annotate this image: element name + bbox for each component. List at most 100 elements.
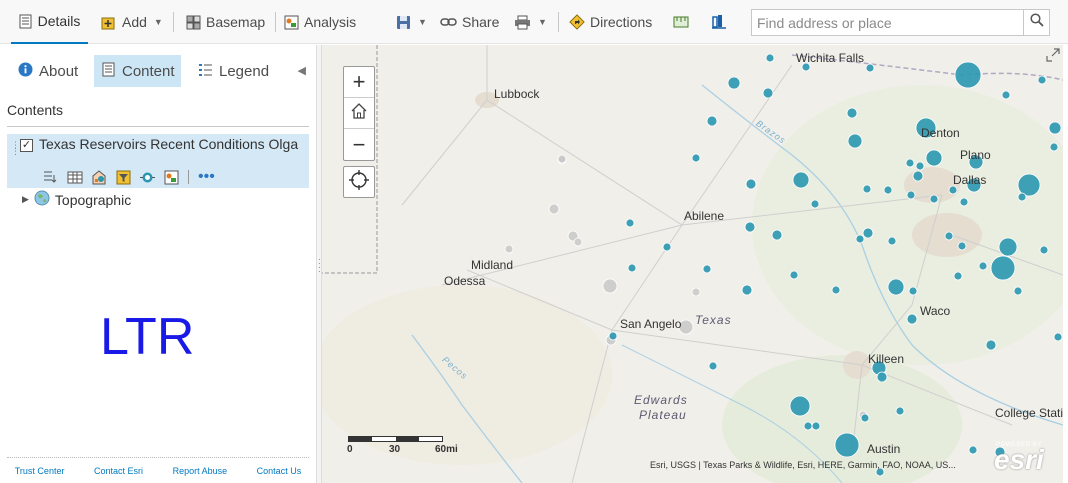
- reservoir-marker[interactable]: [862, 184, 872, 194]
- collapse-panel-icon[interactable]: ◀: [298, 64, 306, 77]
- reservoir-marker-no-data[interactable]: [573, 237, 583, 247]
- reservoir-marker[interactable]: [1053, 332, 1063, 342]
- layer-item-reservoirs[interactable]: ⋮ ⋮ ✓ Texas Reservoirs Recent Conditions …: [7, 134, 309, 188]
- reservoir-marker[interactable]: [1017, 192, 1027, 202]
- zoom-out-button[interactable]: −: [344, 129, 374, 160]
- reservoir-marker-no-data[interactable]: [557, 154, 567, 164]
- reservoir-marker[interactable]: [771, 229, 783, 241]
- save-button[interactable]: ▼: [396, 0, 427, 44]
- home-button[interactable]: [344, 98, 374, 129]
- attribute-table-icon[interactable]: [67, 171, 83, 184]
- reservoir-marker[interactable]: [985, 339, 997, 351]
- reservoir-marker[interactable]: [887, 236, 897, 246]
- reservoir-marker[interactable]: [953, 271, 963, 281]
- tab-legend[interactable]: Legend: [190, 55, 277, 87]
- reservoir-marker[interactable]: [860, 413, 870, 423]
- tab-content[interactable]: Content: [94, 55, 181, 87]
- filter-icon[interactable]: [116, 170, 131, 185]
- tab-about[interactable]: About: [10, 55, 86, 87]
- layer-item-basemap[interactable]: ▶ Topographic: [22, 190, 131, 209]
- reservoir-marker[interactable]: [1037, 75, 1047, 85]
- reservoir-marker[interactable]: [1048, 121, 1062, 135]
- reservoir-marker[interactable]: [662, 242, 672, 252]
- reservoir-marker-no-data[interactable]: [504, 244, 514, 254]
- expand-caret-icon[interactable]: ▶: [22, 194, 29, 205]
- reservoir-marker[interactable]: [741, 284, 753, 296]
- reservoir-marker[interactable]: [706, 115, 718, 127]
- reservoir-marker[interactable]: [895, 406, 905, 416]
- reservoir-marker[interactable]: [855, 234, 865, 244]
- reservoir-marker[interactable]: [810, 199, 820, 209]
- reservoir-marker[interactable]: [990, 255, 1016, 281]
- trust-center-link[interactable]: Trust Center: [15, 466, 65, 476]
- reservoir-marker[interactable]: [831, 285, 841, 295]
- change-style-icon[interactable]: [92, 169, 107, 185]
- drag-handle-icon[interactable]: ⋮ ⋮: [11, 141, 20, 156]
- reservoir-marker[interactable]: [846, 107, 858, 119]
- reservoir-marker[interactable]: [957, 241, 967, 251]
- print-button[interactable]: ▼: [514, 0, 547, 44]
- reservoir-marker[interactable]: [1013, 286, 1023, 296]
- reservoir-marker[interactable]: [608, 331, 618, 341]
- reservoir-marker[interactable]: [708, 361, 718, 371]
- reservoir-marker[interactable]: [765, 53, 775, 63]
- reservoir-marker[interactable]: [789, 270, 799, 280]
- measure-button[interactable]: [673, 0, 689, 44]
- reservoir-marker[interactable]: [727, 76, 741, 90]
- reservoir-marker-no-data[interactable]: [691, 287, 701, 297]
- reservoir-marker[interactable]: [1039, 245, 1049, 255]
- search-input[interactable]: [752, 10, 1023, 35]
- reservoir-marker[interactable]: [789, 395, 811, 417]
- perform-analysis-icon[interactable]: [140, 170, 155, 185]
- reservoir-marker[interactable]: [959, 197, 969, 207]
- basemap-button[interactable]: Basemap: [186, 0, 265, 44]
- map-view[interactable]: Wichita Falls Lubbock Denton Plano Dalla…: [322, 45, 1063, 483]
- reservoir-marker[interactable]: [925, 149, 943, 167]
- details-button[interactable]: Details: [11, 0, 88, 44]
- reservoir-marker[interactable]: [948, 185, 958, 195]
- analysis-button[interactable]: Analysis: [284, 0, 356, 44]
- reservoir-marker[interactable]: [883, 185, 893, 195]
- reservoir-marker[interactable]: [905, 158, 915, 168]
- reservoir-marker-no-data[interactable]: [548, 203, 560, 215]
- reservoir-marker[interactable]: [803, 421, 813, 431]
- reservoir-marker[interactable]: [702, 264, 712, 274]
- reservoir-marker[interactable]: [1001, 90, 1011, 100]
- zoom-in-button[interactable]: +: [344, 67, 374, 98]
- reservoir-marker[interactable]: [929, 194, 939, 204]
- reservoir-marker[interactable]: [762, 87, 774, 99]
- show-legend-icon[interactable]: [43, 170, 58, 184]
- reservoir-marker[interactable]: [865, 63, 875, 73]
- reservoir-marker[interactable]: [834, 432, 860, 458]
- contact-us-link[interactable]: Contact Us: [257, 466, 302, 476]
- reservoir-marker[interactable]: [944, 231, 954, 241]
- reservoir-marker[interactable]: [906, 190, 916, 200]
- reservoir-marker[interactable]: [906, 313, 918, 325]
- reservoir-marker[interactable]: [954, 61, 982, 89]
- reservoir-marker[interactable]: [627, 263, 637, 273]
- directions-button[interactable]: Directions: [569, 0, 652, 44]
- add-button[interactable]: Add ▼: [101, 0, 163, 44]
- reservoir-marker[interactable]: [862, 227, 874, 239]
- reservoir-marker[interactable]: [912, 170, 924, 182]
- report-abuse-link[interactable]: Report Abuse: [173, 466, 228, 476]
- reservoir-marker[interactable]: [876, 371, 888, 383]
- reservoir-marker[interactable]: [691, 153, 701, 163]
- reservoir-marker[interactable]: [811, 421, 821, 431]
- reservoir-marker[interactable]: [1049, 142, 1059, 152]
- reservoir-marker[interactable]: [915, 161, 925, 171]
- splitter-grip-icon[interactable]: · · · ·: [318, 256, 321, 276]
- layer-title[interactable]: Texas Reservoirs Recent Conditions Olga: [39, 136, 299, 153]
- reservoir-marker[interactable]: [792, 171, 810, 189]
- more-options-icon[interactable]: •••: [198, 169, 215, 185]
- reservoir-marker[interactable]: [625, 218, 635, 228]
- esri-logo[interactable]: POWERED BY esri: [994, 442, 1044, 474]
- reservoir-marker[interactable]: [744, 221, 756, 233]
- reservoir-marker[interactable]: [978, 261, 988, 271]
- locate-button[interactable]: [343, 166, 375, 198]
- reservoir-marker[interactable]: [968, 445, 978, 455]
- share-button[interactable]: Share: [440, 0, 499, 44]
- reservoir-marker[interactable]: [847, 133, 863, 149]
- layer-visibility-checkbox[interactable]: ✓: [20, 139, 33, 152]
- reservoir-marker[interactable]: [998, 237, 1018, 257]
